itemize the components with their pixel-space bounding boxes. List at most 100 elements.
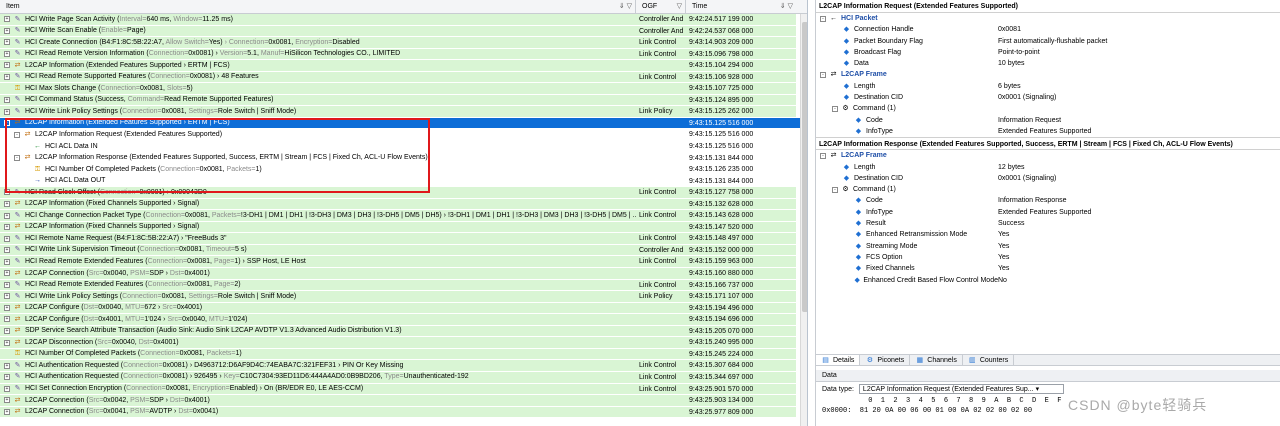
table-row[interactable]: + ✎ HCI Write Link Policy Settings (Connec… [0,106,807,118]
property-row[interactable]: ◆ Enhanced Credit Based Flow Control Mode… [816,275,1280,286]
tab-channels[interactable]: ▦ Channels [910,355,963,365]
scrollbar-thumb[interactable] [802,22,807,312]
property-row[interactable]: ◆ InfoType Extended Features Supported [816,126,1280,137]
filter-icon[interactable]: ⇓ ▽ [619,0,632,13]
property-row[interactable]: ◆ Streaming Mode Yes [816,241,1280,252]
table-row[interactable]: + ✎ HCI Set Connection Encryption (Connect… [0,383,807,396]
expand-icon[interactable]: + [4,39,10,46]
tab-piconets[interactable]: ⚙ Piconets [860,355,911,365]
table-row[interactable]: + ⇄ L2CAP Disconnection (Src=0x0040, Dst=0… [0,337,807,349]
expand-icon[interactable]: + [4,362,10,369]
table-row[interactable]: ⚿ HCI Max Slots Change (Connection=0x0081… [0,83,807,95]
collapse-icon[interactable]: - [832,106,838,113]
table-row[interactable]: + ✎ HCI Remote Name Request (B4:F1:8C:5B:2… [0,233,807,245]
property-row[interactable]: ◆ Result Success [816,218,1280,229]
row-item: + ⇄ L2CAP Information (Extended Features S… [0,60,636,71]
column-header-ogf[interactable]: OGF ▽ [636,0,686,13]
property-row[interactable]: ◆ Length 6 bytes [816,81,1280,92]
vertical-scrollbar[interactable] [800,14,807,426]
expand-icon[interactable]: + [4,270,10,277]
property-row[interactable]: - ⚙ Command (1) [816,184,1280,195]
data-type-select[interactable]: L2CAP Information Request (Extended Feat… [858,384,1064,394]
collapse-icon[interactable]: - [820,15,826,22]
table-row[interactable]: + ✎ HCI Create Connection (B4:F1:8C:5B:22:… [0,37,807,49]
property-row[interactable]: ◆ Code Information Request [816,115,1280,126]
expand-icon[interactable]: + [4,212,10,219]
table-row[interactable]: + ✎ HCI Read Remote Extended Features (Con… [0,256,807,269]
property-row[interactable]: ◆ FCS Option Yes [816,252,1280,263]
expand-icon[interactable]: + [4,247,10,254]
table-row[interactable]: + ⇄ L2CAP Connection (Src=0x0040, PSM=SDP … [0,268,807,280]
table-row[interactable]: + ⇄ L2CAP Information (Fixed Channels Supp… [0,198,807,211]
expand-icon[interactable]: + [4,397,10,404]
expand-icon[interactable]: + [4,316,10,323]
table-row[interactable]: + ⇄ L2CAP Information (Extended Features S… [0,60,807,72]
expand-icon[interactable]: + [4,339,10,346]
field-text: HCI Remote Name Request (B4:F1:8C:5B:22:… [25,234,227,242]
table-row[interactable]: + ✎ HCI Write Link Supervision Timeout (Co… [0,244,807,257]
property-row[interactable]: ◆ Enhanced Retransmission Mode Yes [816,229,1280,240]
table-row[interactable]: + ⇄ SDP Service Search Attribute Transacti… [0,325,807,338]
expand-icon[interactable]: + [4,293,10,300]
table-row[interactable]: + ⇄ L2CAP Configure (Dst=0x0040, MTU=672 ›… [0,302,807,315]
property-row[interactable]: ◆ Connection Handle 0x0081 [816,24,1280,35]
property-row[interactable]: ◆ Data 10 bytes [816,58,1280,69]
expand-icon[interactable]: + [4,224,10,231]
table-row[interactable]: + ✎ HCI Read Remote Version Information (C… [0,48,807,61]
property-row[interactable]: ◆ Packet Boundary Flag First automatically… [816,36,1280,47]
expand-icon[interactable]: + [4,62,10,69]
property-row[interactable]: ◆ InfoType Extended Features Supported [816,207,1280,218]
column-header-item[interactable]: Item ⇓ ▽ [0,0,636,13]
expand-icon[interactable]: + [4,201,10,208]
property-row[interactable]: - ⇄ L2CAP Frame [816,69,1280,80]
expand-icon[interactable]: + [4,108,10,115]
tab-counters[interactable]: ▥ Counters [963,355,1015,365]
collapse-icon[interactable]: - [820,152,826,159]
expand-icon[interactable]: + [4,16,10,23]
expand-icon[interactable]: + [4,74,10,80]
table-row[interactable]: + ✎ HCI Read Remote Extended Features (Con… [0,279,807,292]
property-row[interactable]: ◆ Fixed Channels Yes [816,263,1280,274]
expand-icon[interactable]: + [4,304,10,311]
field-text: 11.25 ms) [202,15,233,23]
table-row[interactable]: ⚿ HCI Number Of Completed Packets (Connec… [0,348,807,361]
table-row[interactable]: + ⇄ L2CAP Information (Fixed Channels Supp… [0,221,807,234]
expand-icon[interactable]: + [4,50,10,57]
table-row[interactable]: + ✎ HCI Change Connection Packet Type (Con… [0,210,807,222]
collapse-icon[interactable]: - [820,72,826,79]
property-row[interactable]: ◆ Length 12 bytes [816,162,1280,173]
property-row[interactable]: - ⚙ Command (1) [816,103,1280,114]
filter-icon[interactable]: ▽ [677,0,682,13]
column-header-time[interactable]: Time ⇓ ▽ [686,0,796,13]
property-value: 0x0001 (Signaling) [998,174,1057,182]
property-row[interactable]: - ⇄ L2CAP Frame [816,150,1280,161]
table-row[interactable]: + ⇄ L2CAP Configure (Dst=0x4001, MTU=1'024… [0,314,807,326]
property-row[interactable]: ◆ Destination CID 0x0001 (Signaling) [816,92,1280,103]
property-row[interactable]: ◆ Broadcast Flag Point-to-point [816,47,1280,58]
property-row[interactable]: ◆ Destination CID 0x0001 (Signaling) [816,173,1280,184]
expand-icon[interactable]: + [4,408,10,415]
table-row[interactable]: + ✎ HCI Write Scan Enable (Enable=Page) Con… [0,25,807,38]
property-row[interactable]: - ← HCI Packet [816,13,1280,24]
expand-icon[interactable]: + [4,281,10,288]
tab-details[interactable]: ▤ Details [816,355,861,365]
expand-icon[interactable]: + [4,385,10,392]
expand-icon[interactable]: + [4,235,10,242]
expand-icon[interactable]: + [4,374,10,381]
field-text: HiSilicon Technologies CO., LIMITED [284,50,401,58]
table-row[interactable]: + ⇄ L2CAP Connection (Src=0x0042, PSM=SDP … [0,395,807,407]
expand-icon[interactable]: + [4,258,10,265]
expand-icon[interactable]: + [4,97,10,104]
expand-icon[interactable]: + [4,27,10,34]
table-row[interactable]: + ✎ HCI Write Link Policy Settings (Connec… [0,291,807,303]
collapse-icon[interactable]: - [832,186,838,193]
table-row[interactable]: + ✎ HCI Read Remote Supported Features (Co… [0,71,807,84]
table-row[interactable]: + ✎ HCI Authentication Requested (Connecti… [0,371,807,384]
table-row[interactable]: + ✎ HCI Command Status (Success, Command=R… [0,94,807,107]
filter-icon[interactable]: ⇓ ▽ [780,0,793,13]
expand-icon[interactable]: + [4,328,10,335]
table-row[interactable]: + ⇄ L2CAP Connection (Src=0x0041, PSM=AVDT… [0,406,807,419]
table-row[interactable]: + ✎ HCI Authentication Requested (Connecti… [0,360,807,372]
table-row[interactable]: + ✎ HCI Write Page Scan Activity (Interval… [0,14,807,26]
property-row[interactable]: ◆ Code Information Response [816,195,1280,206]
